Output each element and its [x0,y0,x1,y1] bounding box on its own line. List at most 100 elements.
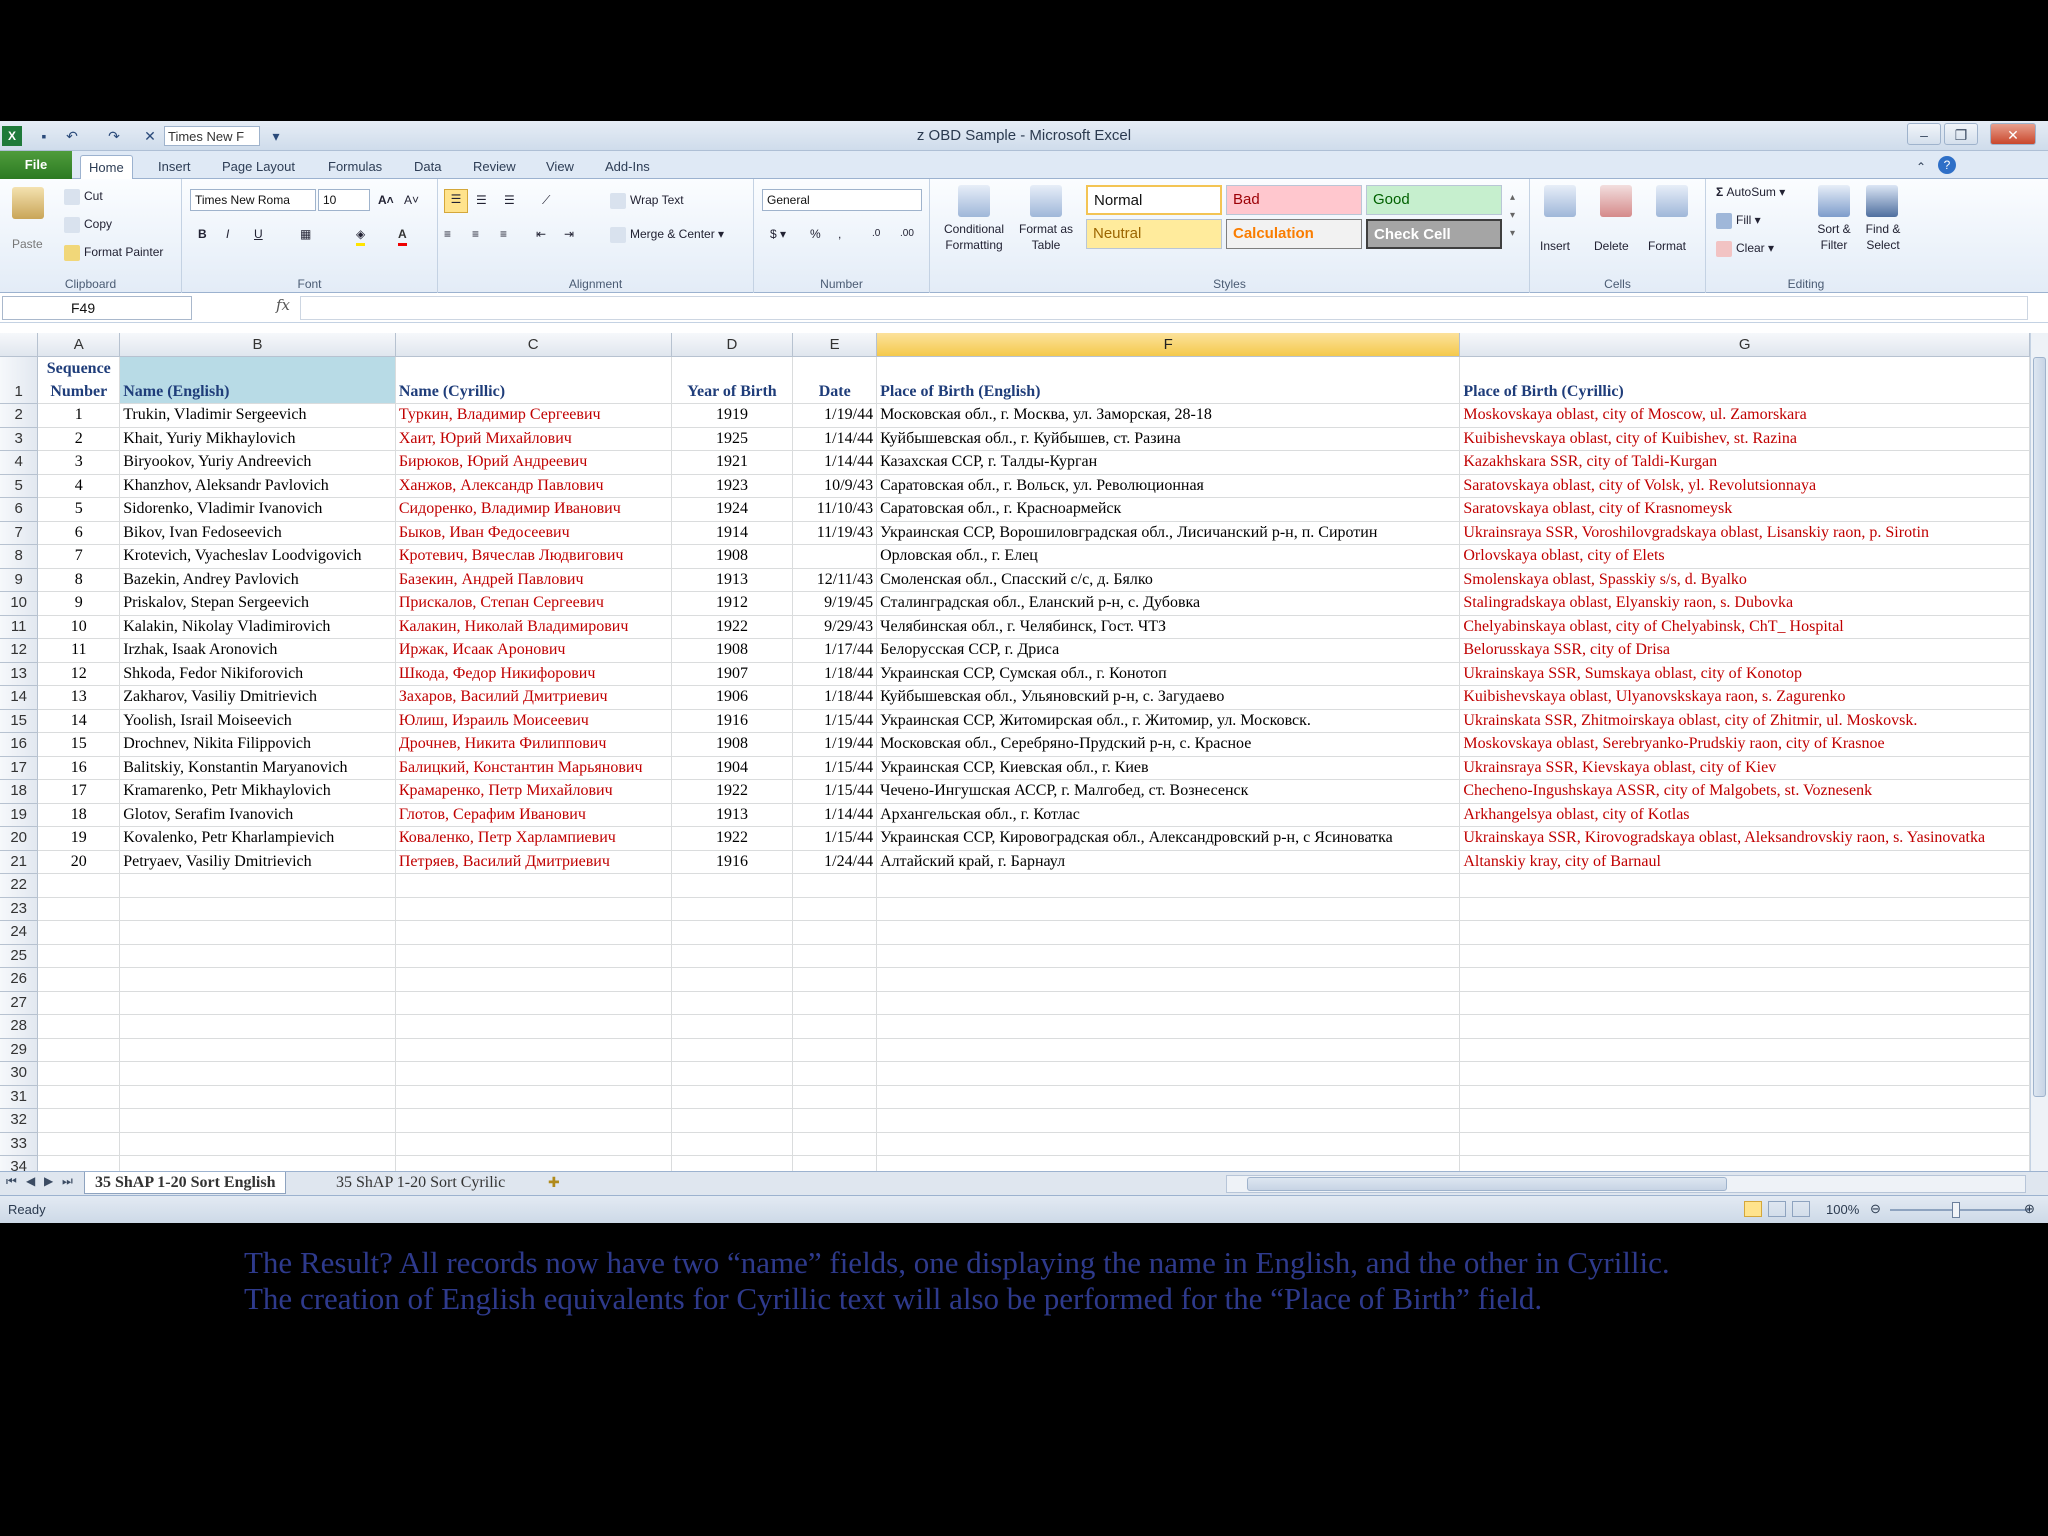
cell-sequence-number[interactable]: 13 [37,685,121,710]
cell-sequence-number[interactable]: 7 [37,544,121,569]
cell-place-english[interactable]: Саратовская обл., г. Вольск, ул. Революц… [876,474,1461,498]
empty-cell[interactable] [1459,1014,2030,1039]
cell-date[interactable]: 1/19/44 [792,403,878,428]
cell-place-cyrillic[interactable]: Moskovskaya oblast, Serebryanko-Prudskiy… [1459,732,2030,757]
cell-year-of-birth[interactable]: 1923 [671,474,794,498]
empty-cell[interactable] [395,1061,672,1086]
paste-button[interactable]: Paste [12,235,43,253]
cell-place-cyrillic[interactable]: Ukrainsraya SSR, Voroshilovgradskaya obl… [1459,521,2030,545]
empty-cell[interactable] [1459,1108,2030,1133]
copy-button[interactable]: Copy [64,215,112,233]
empty-cell[interactable] [671,1014,794,1039]
font-name-select[interactable]: Times New Roma [190,189,316,211]
cell-date[interactable]: 1/24/44 [792,850,878,874]
cell-place-cyrillic[interactable]: Orlovskaya oblast, city of Elets [1459,544,2030,569]
cell-place-cyrillic[interactable]: Kuibishevskaya oblast, city of Kuibishev… [1459,427,2030,451]
cell-sequence-number[interactable]: 3 [37,450,121,475]
vertical-scroll-thumb[interactable] [2033,357,2046,1097]
cell-place-english[interactable]: Московская обл., Серебряно-Прудский р-н,… [876,732,1461,757]
empty-cell[interactable] [119,1061,396,1086]
row-header[interactable]: 26 [0,967,39,992]
row-header[interactable]: 1 [0,356,39,404]
increase-indent-icon[interactable]: ⇥ [564,225,574,243]
cell-place-english[interactable]: Алтайский край, г. Барнаул [876,850,1461,874]
row-header[interactable]: 25 [0,944,39,968]
empty-cell[interactable] [395,1038,672,1062]
empty-cell[interactable] [876,920,1461,945]
row-header[interactable]: 33 [0,1132,39,1156]
empty-cell[interactable] [876,944,1461,968]
merge-center-button[interactable]: Merge & Center ▾ [610,225,724,243]
find-select-button[interactable]: Find & Select [1858,221,1908,253]
grow-font-icon[interactable]: A˄ [378,191,394,209]
conditional-formatting-button[interactable]: Conditional Formatting [934,221,1014,253]
empty-cell[interactable] [876,967,1461,992]
page-break-view-icon[interactable] [1792,1201,1810,1217]
cell-date[interactable]: 1/14/44 [792,803,878,827]
tab-insert[interactable]: Insert [150,155,199,179]
styles-scroll-icon[interactable]: ▴ ▾ ▾ [1510,189,1515,243]
cell-year-of-birth[interactable]: 1907 [671,662,794,686]
empty-cell[interactable] [876,873,1461,898]
empty-cell[interactable] [119,873,396,898]
cut-button[interactable]: Cut [64,187,103,205]
tab-file[interactable]: File [0,151,72,179]
cell-year-of-birth[interactable]: 1921 [671,450,794,475]
empty-cell[interactable] [792,1061,878,1086]
row-header[interactable]: 15 [0,709,39,733]
align-bottom-icon[interactable]: ☰ [504,191,515,209]
empty-cell[interactable] [395,873,672,898]
empty-cell[interactable] [119,1085,396,1109]
cell-name-cyrillic[interactable]: Дрочнев, Никита Филиппович [395,732,672,757]
cell-year-of-birth[interactable]: 1904 [671,756,794,780]
align-center-icon[interactable]: ≡ [472,225,479,243]
cell-year-of-birth-header[interactable]: Year of Birth [671,356,794,404]
row-header[interactable]: 32 [0,1108,39,1133]
cell-date[interactable]: 1/14/44 [792,450,878,475]
column-header-c[interactable]: C [395,333,672,357]
cell-place-english[interactable]: Украинская ССР, Житомирская обл., г. Жит… [876,709,1461,733]
row-header[interactable]: 9 [0,568,39,592]
cell-place-english[interactable]: Белорусская ССР, г. Дриса [876,638,1461,663]
empty-cell[interactable] [792,944,878,968]
cell-place-cyrillic[interactable]: Ukrainskaya SSR, Kirovogradskaya oblast,… [1459,826,2030,851]
cell-sequence-number[interactable]: 11 [37,638,121,663]
empty-cell[interactable] [395,1108,672,1133]
cell-place-cyrillic[interactable]: Arkhangelsya oblast, city of Kotlas [1459,803,2030,827]
last-sheet-icon[interactable]: ⏭ [62,1174,73,1189]
cell-name-cyrillic[interactable]: Хаит, Юрий Михайлович [395,427,672,451]
empty-cell[interactable] [395,967,672,992]
cell-place-cyrillic[interactable]: Ukrainskaya SSR, Sumskaya oblast, city o… [1459,662,2030,686]
cell-year-of-birth[interactable]: 1916 [671,850,794,874]
cell-name-cyrillic[interactable]: Крамаренко, Петр Михайлович [395,779,672,804]
format-as-table-button[interactable]: Format as Table [1016,221,1076,253]
page-layout-view-icon[interactable] [1768,1201,1786,1217]
percent-icon[interactable]: % [810,225,821,243]
empty-cell[interactable] [37,920,121,945]
empty-cell[interactable] [792,991,878,1015]
cell-name-cyrillic[interactable]: Шкода, Федор Никифорович [395,662,672,686]
cell-name-english[interactable]: Glotov, Serafim Ivanovich [119,803,396,827]
empty-cell[interactable] [792,1014,878,1039]
cell-name-english[interactable]: Shkoda, Fedor Nikiforovich [119,662,396,686]
empty-cell[interactable] [37,873,121,898]
cell-sequence-number[interactable]: 18 [37,803,121,827]
empty-cell[interactable] [119,967,396,992]
empty-cell[interactable] [395,897,672,921]
empty-cell[interactable] [37,1038,121,1062]
cell-place-cyrillic[interactable]: Ukrainsraya SSR, Kievskaya oblast, city … [1459,756,2030,780]
format-painter-button[interactable]: Format Painter [64,243,163,261]
cell-date[interactable] [792,544,878,569]
select-all-corner[interactable] [0,333,39,357]
cell-date-header[interactable]: Date [792,356,878,404]
empty-cell[interactable] [671,1085,794,1109]
style-good[interactable]: Good [1366,185,1502,215]
cell-place-english[interactable]: Украинская ССР, Ворошиловградская обл., … [876,521,1461,545]
cell-year-of-birth[interactable]: 1906 [671,685,794,710]
cell-name-cyrillic[interactable]: Бирюков, Юрий Андреевич [395,450,672,475]
fill-button[interactable]: Fill ▾ [1716,211,1761,229]
cell-sequence-number[interactable]: 19 [37,826,121,851]
cell-year-of-birth[interactable]: 1914 [671,521,794,545]
cell-year-of-birth[interactable]: 1916 [671,709,794,733]
borders-icon[interactable]: ▦ [300,225,311,243]
